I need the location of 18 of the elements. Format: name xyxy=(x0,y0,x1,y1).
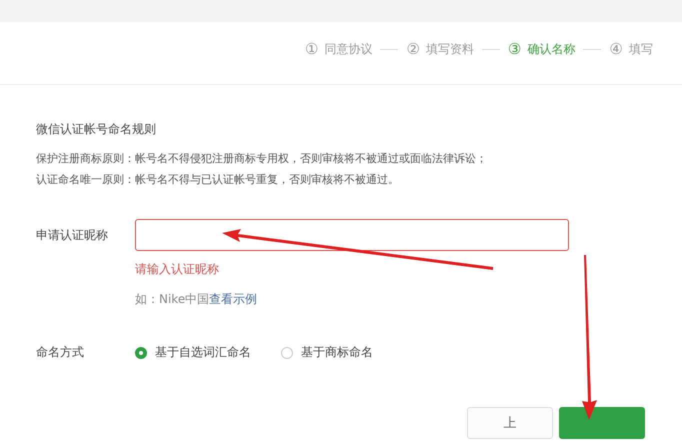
step-label: ② 填写资料 xyxy=(406,40,474,58)
step-label: ④ 填写 xyxy=(609,40,653,58)
hint-text: 如：Nike中国查看示例 xyxy=(135,291,258,308)
radio-label[interactable]: 基于商标命名 xyxy=(301,344,373,361)
example-link[interactable]: 查看示例 xyxy=(209,292,258,306)
field-label: 命名方式 xyxy=(36,344,85,361)
radio-button[interactable] xyxy=(135,346,147,358)
radio-label[interactable]: 基于自选词汇命名 xyxy=(155,344,251,361)
nickname-input[interactable] xyxy=(135,219,569,251)
step-label: ① 同意协议 xyxy=(305,40,372,58)
rule-text: 保护注册商标原则：帐号名不得侵犯注册商标专用权，否则审核将不被通过或面临法律诉讼； xyxy=(36,151,488,167)
radio-button[interactable] xyxy=(281,346,293,358)
field-label: 申请认证昵称 xyxy=(36,226,109,244)
error-message: 请输入认证昵称 xyxy=(135,261,220,278)
rule-text: 认证命名唯一原则：帐号名不得与已认证帐号重复，否则审核将不被通过。 xyxy=(36,172,400,188)
back-button[interactable]: 上 xyxy=(467,407,553,439)
rules-title: 微信认证帐号命名规则 xyxy=(36,121,157,138)
step-label: ③ 确认名称 xyxy=(508,40,576,58)
